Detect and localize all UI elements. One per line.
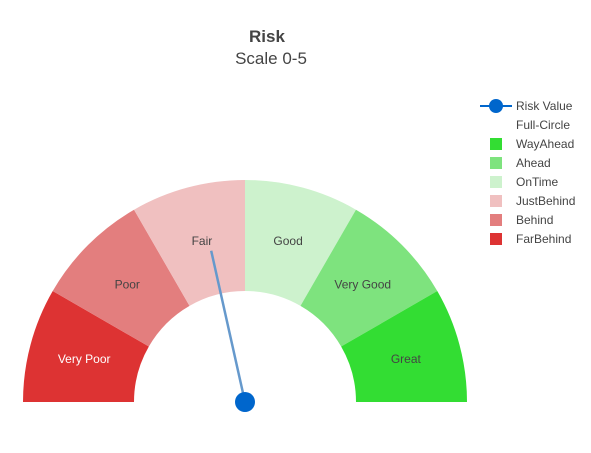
gauge-label-good: Good	[273, 234, 302, 248]
legend-item-justbehind[interactable]: JustBehind	[490, 194, 575, 208]
legend-label: Behind	[516, 213, 553, 227]
gauge-segments	[23, 180, 467, 402]
legend-item-full-circle[interactable]: Full-Circle	[516, 118, 570, 132]
chart-title: Risk	[249, 27, 285, 46]
legend-swatch	[490, 233, 502, 245]
legend-item-behind[interactable]: Behind	[490, 213, 553, 227]
gauge-label-poor: Poor	[115, 277, 140, 291]
gauge-chart: Risk Scale 0-5 Very Poor Poor Fair Good Very…	[23, 27, 575, 412]
legend-swatch	[490, 195, 502, 207]
legend-label: JustBehind	[516, 194, 575, 208]
gauge-label-very-poor: Very Poor	[58, 352, 111, 366]
legend-item-ahead[interactable]: Ahead	[490, 156, 551, 170]
legend-label: Ahead	[516, 156, 551, 170]
legend-item-ontime[interactable]: OnTime	[490, 175, 559, 189]
legend-swatch	[490, 138, 502, 150]
legend-label: FarBehind	[516, 232, 571, 246]
legend-label: Full-Circle	[516, 118, 570, 132]
legend-item-wayahead[interactable]: WayAhead	[490, 137, 574, 151]
legend-label: WayAhead	[516, 137, 574, 151]
gauge-label-fair: Fair	[192, 234, 213, 248]
legend-item-farbehind[interactable]: FarBehind	[490, 232, 571, 246]
gauge-label-great: Great	[391, 352, 422, 366]
legend-label: OnTime	[516, 175, 559, 189]
legend-label: Risk Value	[516, 99, 573, 113]
needle-hub	[235, 392, 255, 412]
legend-swatch	[490, 157, 502, 169]
gauge-label-very-good: Very Good	[334, 277, 391, 291]
legend-item-risk-value[interactable]: Risk Value	[480, 99, 573, 113]
chart-subtitle: Scale 0-5	[235, 49, 307, 68]
legend: Risk Value Full-Circle WayAhead Ahead OnTime…	[480, 99, 575, 246]
legend-swatch	[490, 214, 502, 226]
legend-dot-marker	[489, 99, 503, 113]
legend-swatch	[490, 176, 502, 188]
